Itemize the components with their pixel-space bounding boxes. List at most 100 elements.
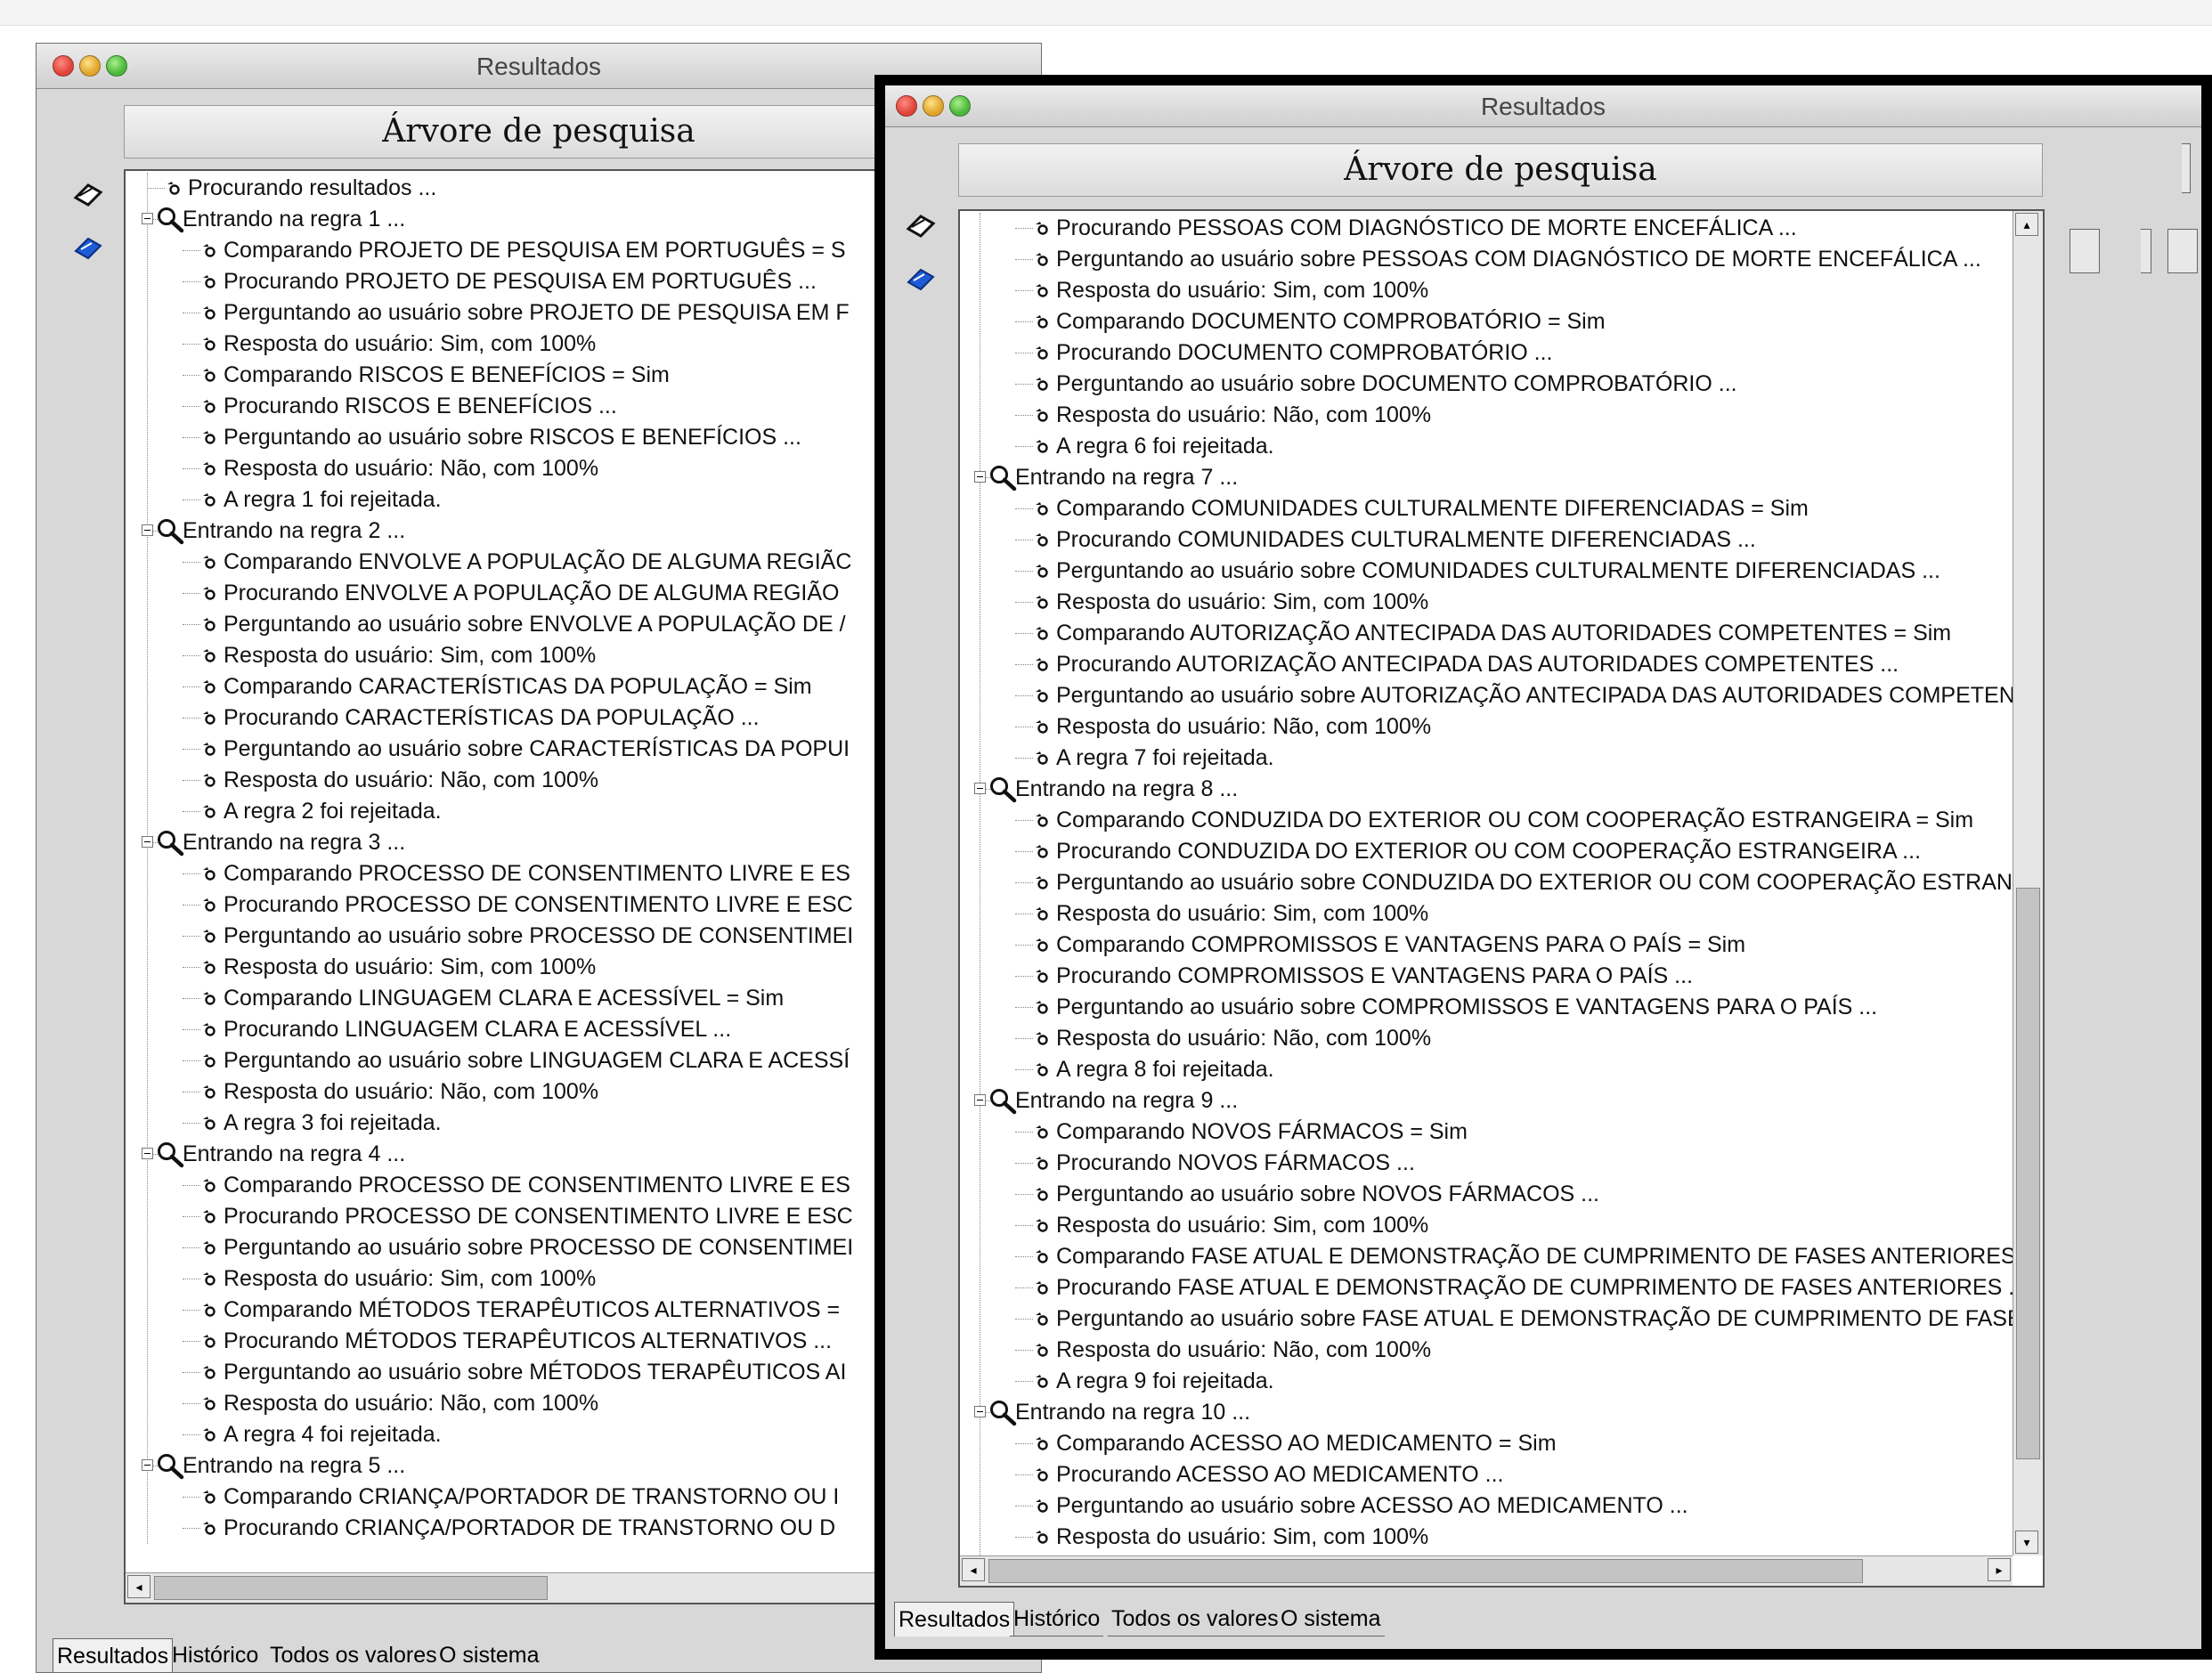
tree-node-leaf[interactable]: Perguntando ao usuário sobre PESSOAS COM… — [960, 244, 2013, 275]
tree-node-leaf[interactable]: A regra 8 foi rejeitada. — [960, 1054, 2013, 1085]
tree-node-leaf[interactable]: Perguntando ao usuário sobre ACESSO AO M… — [960, 1490, 2013, 1522]
tab-resultados[interactable]: Resultados — [53, 1638, 174, 1672]
collapse-toggle-icon[interactable] — [142, 836, 153, 848]
tree-node-leaf[interactable]: Procurando FASE ATUAL E DEMONSTRAÇÃO DE … — [960, 1272, 2013, 1303]
tree-node-leaf[interactable]: Resposta do usuário: Sim, com 100% — [960, 1522, 2013, 1553]
tree-node-leaf[interactable]: Comparando NOVOS FÁRMACOS = Sim — [960, 1117, 2013, 1148]
collapse-toggle-icon[interactable] — [974, 1094, 986, 1106]
tree-node-leaf[interactable]: Procurando PROJETO DE PESQUISA EM PORTUG… — [126, 266, 920, 297]
tree-node-leaf[interactable]: Resposta do usuário: Sim, com 100% — [126, 1263, 920, 1295]
tree-node-leaf[interactable]: Perguntando ao usuário sobre PROJETO DE … — [126, 297, 920, 329]
tree-node-leaf[interactable]: A regra 9 foi rejeitada. — [960, 1366, 2013, 1397]
tree-node-leaf[interactable]: Comparando RISCOS E BENEFÍCIOS = Sim — [126, 360, 920, 391]
tree-node-leaf[interactable]: Perguntando ao usuário sobre NOVOS FÁRMA… — [960, 1179, 2013, 1210]
toolbar-button-1[interactable] — [2070, 229, 2100, 273]
tree-node-leaf[interactable]: Comparando ACESSO AO MEDICAMENTO = Sim — [960, 1428, 2013, 1459]
tree-node-leaf[interactable]: Procurando COMPROMISSOS E VANTAGENS PARA… — [960, 961, 2013, 992]
scroll-left-button[interactable]: ◂ — [127, 1575, 150, 1598]
tree-node-leaf[interactable]: Comparando COMPROMISSOS E VANTAGENS PARA… — [960, 930, 2013, 961]
tree-node-leaf[interactable]: Resposta do usuário: Não, com 100% — [960, 1335, 2013, 1366]
collapse-toggle-icon[interactable] — [142, 213, 153, 224]
tree-node-leaf[interactable]: Comparando CRIANÇA/PORTADOR DE TRANSTORN… — [126, 1482, 920, 1513]
tree-node-leaf[interactable]: Procurando CARACTERÍSTICAS DA POPULAÇÃO … — [126, 702, 920, 734]
collapse-toggle-icon[interactable] — [974, 471, 986, 483]
tree-node-leaf[interactable]: Resposta do usuário: Não, com 100% — [126, 765, 920, 796]
tree-node-leaf[interactable]: Procurando NOVOS FÁRMACOS ... — [960, 1148, 2013, 1179]
tree-node-leaf[interactable]: Procurando CRIANÇA/PORTADOR DE TRANSTORN… — [126, 1513, 920, 1544]
tree-node-leaf[interactable]: Procurando PROCESSO DE CONSENTIMENTO LIV… — [126, 1201, 920, 1232]
tree-node-leaf[interactable]: Resposta do usuário: Não, com 100% — [960, 711, 2013, 743]
tree-node-leaf[interactable]: Perguntando ao usuário sobre AUTORIZAÇÃO… — [960, 680, 2013, 711]
tree-node-leaf[interactable]: A regra 2 foi rejeitada. — [126, 796, 920, 827]
tree-node-leaf[interactable]: Procurando PESSOAS COM DIAGNÓSTICO DE MO… — [960, 213, 2013, 244]
tree-node-leaf[interactable]: Perguntando ao usuário sobre RISCOS E BE… — [126, 422, 920, 453]
tree-node-leaf[interactable]: Comparando PROCESSO DE CONSENTIMENTO LIV… — [126, 1170, 920, 1201]
search-tree[interactable]: Procurando PESSOAS COM DIAGNÓSTICO DE MO… — [958, 209, 2045, 1588]
tab-o-sistema[interactable]: O sistema — [1277, 1602, 1385, 1636]
tree-node-leaf[interactable]: Perguntando ao usuário sobre FASE ATUAL … — [960, 1303, 2013, 1335]
tree-node-leaf[interactable]: Comparando PROJETO DE PESQUISA EM PORTUG… — [126, 235, 920, 266]
tree-node-leaf[interactable]: A regra 3 foi rejeitada. — [126, 1108, 920, 1139]
tree-node-leaf[interactable]: Perguntando ao usuário sobre PROCESSO DE… — [126, 1232, 920, 1263]
tree-node-leaf[interactable]: Comparando DOCUMENTO COMPROBATÓRIO = Sim — [960, 306, 2013, 337]
title-bar[interactable]: Resultados — [885, 85, 2201, 127]
tab-historico[interactable]: Histórico — [168, 1638, 262, 1672]
tree-node-leaf[interactable]: Comparando ENVOLVE A POPULAÇÃO DE ALGUMA… — [126, 547, 920, 578]
scroll-right-button[interactable]: ▸ — [1988, 1558, 2011, 1581]
tree-node-leaf[interactable]: Perguntando ao usuário sobre DOCUMENTO C… — [960, 369, 2013, 400]
tree-node-leaf[interactable]: Procurando CONDUZIDA DO EXTERIOR OU COM … — [960, 836, 2013, 867]
tab-o-sistema[interactable]: O sistema — [435, 1638, 543, 1672]
horizontal-scroll-thumb[interactable] — [154, 1576, 548, 1600]
tree-node-leaf[interactable]: Comparando PROCESSO DE CONSENTIMENTO LIV… — [126, 858, 920, 889]
tree-node-leaf[interactable]: Comparando CARACTERÍSTICAS DA POPULAÇÃO … — [126, 671, 920, 702]
tree-node-leaf[interactable]: Perguntando ao usuário sobre CONDUZIDA D… — [960, 867, 2013, 898]
toolbar-button-2[interactable] — [2167, 229, 2198, 273]
tab-todos-os-valores[interactable]: Todos os valores — [1108, 1602, 1282, 1636]
tab-resultados[interactable]: Resultados — [894, 1602, 1015, 1636]
tree-node-leaf[interactable]: Resposta do usuário: Não, com 100% — [126, 453, 920, 484]
tree-node-leaf[interactable]: Comparando FASE ATUAL E DEMONSTRAÇÃO DE … — [960, 1241, 2013, 1272]
collapse-toggle-icon[interactable] — [142, 1148, 153, 1159]
tree-node-leaf[interactable]: Resposta do usuário: Sim, com 100% — [960, 1210, 2013, 1241]
eraser-icon[interactable] — [70, 176, 106, 212]
tree-node-rule[interactable]: Entrando na regra 3 ... — [126, 827, 920, 858]
tree-node-leaf[interactable]: Procurando ENVOLVE A POPULAÇÃO DE ALGUMA… — [126, 578, 920, 609]
tree-node-leaf[interactable]: Resposta do usuário: Não, com 100% — [126, 1076, 920, 1108]
tree-node-leaf[interactable]: Perguntando ao usuário sobre MÉTODOS TER… — [126, 1357, 920, 1388]
horizontal-scrollbar[interactable]: ◂▸ — [126, 1572, 920, 1603]
tree-node-leaf[interactable]: Resposta do usuário: Não, com 100% — [960, 1023, 2013, 1054]
tree-node-leaf[interactable]: Resposta do usuário: Sim, com 100% — [126, 640, 920, 671]
tree-node-rule[interactable]: Entrando na regra 8 ... — [960, 774, 2013, 805]
tree-node-rule[interactable]: Entrando na regra 4 ... — [126, 1139, 920, 1170]
collapse-toggle-icon[interactable] — [974, 783, 986, 794]
tree-node-leaf[interactable]: Comparando CONDUZIDA DO EXTERIOR OU COM … — [960, 805, 2013, 836]
eraser-icon[interactable] — [903, 207, 939, 243]
tree-node-leaf[interactable]: Resposta do usuário: Não, com 100% — [960, 400, 2013, 431]
tree-node-leaf[interactable]: Procurando PROCESSO DE CONSENTIMENTO LIV… — [126, 889, 920, 921]
tree-node-leaf[interactable]: Procurando LINGUAGEM CLARA E ACESSÍVEL .… — [126, 1014, 920, 1045]
tree-node-leaf[interactable]: Perguntando ao usuário sobre ENVOLVE A P… — [126, 609, 920, 640]
collapse-toggle-icon[interactable] — [142, 524, 153, 536]
tree-node-rule[interactable]: Entrando na regra 1 ... — [126, 204, 920, 235]
collapse-toggle-icon[interactable] — [974, 1406, 986, 1417]
tree-node-leaf[interactable]: Procurando COMUNIDADES CULTURALMENTE DIF… — [960, 524, 2013, 556]
tree-node-leaf[interactable]: A regra 7 foi rejeitada. — [960, 743, 2013, 774]
tree-node-leaf[interactable]: Perguntando ao usuário sobre LINGUAGEM C… — [126, 1045, 920, 1076]
tree-node-leaf[interactable]: Perguntando ao usuário sobre CARACTERÍST… — [126, 734, 920, 765]
vertical-scroll-thumb[interactable] — [2016, 888, 2040, 1459]
scroll-left-button[interactable]: ◂ — [962, 1558, 985, 1581]
tree-node-leaf[interactable]: Procurando RISCOS E BENEFÍCIOS ... — [126, 391, 920, 422]
tree-node-leaf[interactable]: Procurando ACESSO AO MEDICAMENTO ... — [960, 1459, 2013, 1490]
horizontal-scroll-thumb[interactable] — [988, 1559, 1863, 1583]
tree-node-leaf[interactable]: A regra 1 foi rejeitada. — [126, 484, 920, 516]
tree-node-leaf[interactable]: Comparando COMUNIDADES CULTURALMENTE DIF… — [960, 493, 2013, 524]
tree-node-leaf[interactable]: Comparando LINGUAGEM CLARA E ACESSÍVEL =… — [126, 983, 920, 1014]
tree-node-leaf[interactable]: Procurando AUTORIZAÇÃO ANTECIPADA DAS AU… — [960, 649, 2013, 680]
tree-node-rule[interactable]: Entrando na regra 2 ... — [126, 516, 920, 547]
tree-node-leaf[interactable]: Resposta do usuário: Sim, com 100% — [126, 952, 920, 983]
scroll-down-button[interactable]: ▾ — [2015, 1531, 2038, 1554]
collapse-toggle-icon[interactable] — [142, 1459, 153, 1471]
tree-node-rule[interactable]: Entrando na regra 7 ... — [960, 462, 2013, 493]
tree-node-leaf[interactable]: Resposta do usuário: Sim, com 100% — [960, 275, 2013, 306]
tree-node-leaf[interactable]: Procurando resultados ... — [126, 173, 920, 204]
